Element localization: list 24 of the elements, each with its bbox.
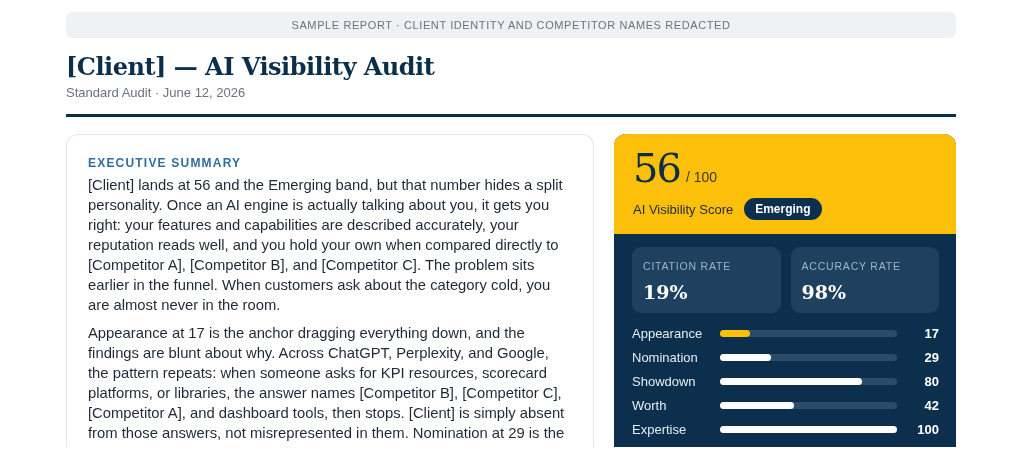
summary-paragraph: Appearance at 17 is the anchor dragging everything down, and the findings are blunt about why. Across ChatGPT, Perplexity, and Google, the pattern repeats: when someone asks for KPI resources, scorecard platforms, or libraries, the answer names [Competitor B], [Competitor C], [Competitor A], and dashboard tools, then stops. [Client] is simply absent from those answers, not misrepresented in them. Nomination at 29 is the bbox=[88, 324, 566, 443]
metric-value: 42 bbox=[924, 397, 939, 413]
metric-value: 100 bbox=[917, 421, 939, 437]
metric-name: Appearance bbox=[632, 325, 703, 341]
metric-value: 80 bbox=[924, 373, 939, 389]
section-heading: EXECUTIVE SUMMARY bbox=[88, 156, 242, 170]
rate-label: ACCURACY RATE bbox=[801, 260, 901, 272]
score-label: AI Visibility Score bbox=[633, 201, 734, 217]
metric-name: Showdown bbox=[632, 373, 696, 389]
report-subtitle: Standard Audit · June 12, 2026 bbox=[66, 85, 246, 100]
rate-value: 19% bbox=[643, 281, 688, 303]
report-title: [Client] — AI Visibility Audit bbox=[66, 52, 436, 81]
metric-name: Nomination bbox=[632, 349, 698, 365]
metric-value: 17 bbox=[924, 325, 939, 341]
metric-name: Worth bbox=[632, 397, 667, 413]
metric-value: 29 bbox=[924, 349, 939, 365]
summary-paragraph: [Client] lands at 56 and the Emerging band, but that number hides a split personality. Once an AI engine is actually talking about you, it gets you right: your features and capabilities are described accurately, your reputation reads well, and you hold your own when compared directly to [Competitor A], [Competitor B], and [Competitor C]. The problem sits earlier in the funnel. When customers ask about the category cold, you are almost never in the room. bbox=[88, 176, 564, 315]
band-badge: Emerging bbox=[744, 198, 822, 220]
score-value: 56 bbox=[633, 148, 680, 188]
metric-name: Expertise bbox=[632, 421, 687, 437]
rate-label: CITATION RATE bbox=[643, 260, 731, 272]
report-banner: SAMPLE REPORT · CLIENT IDENTITY AND COMPETITOR NAMES REDACTED bbox=[66, 12, 956, 38]
rate-value: 98% bbox=[801, 281, 846, 303]
score-max: / 100 bbox=[685, 169, 718, 185]
